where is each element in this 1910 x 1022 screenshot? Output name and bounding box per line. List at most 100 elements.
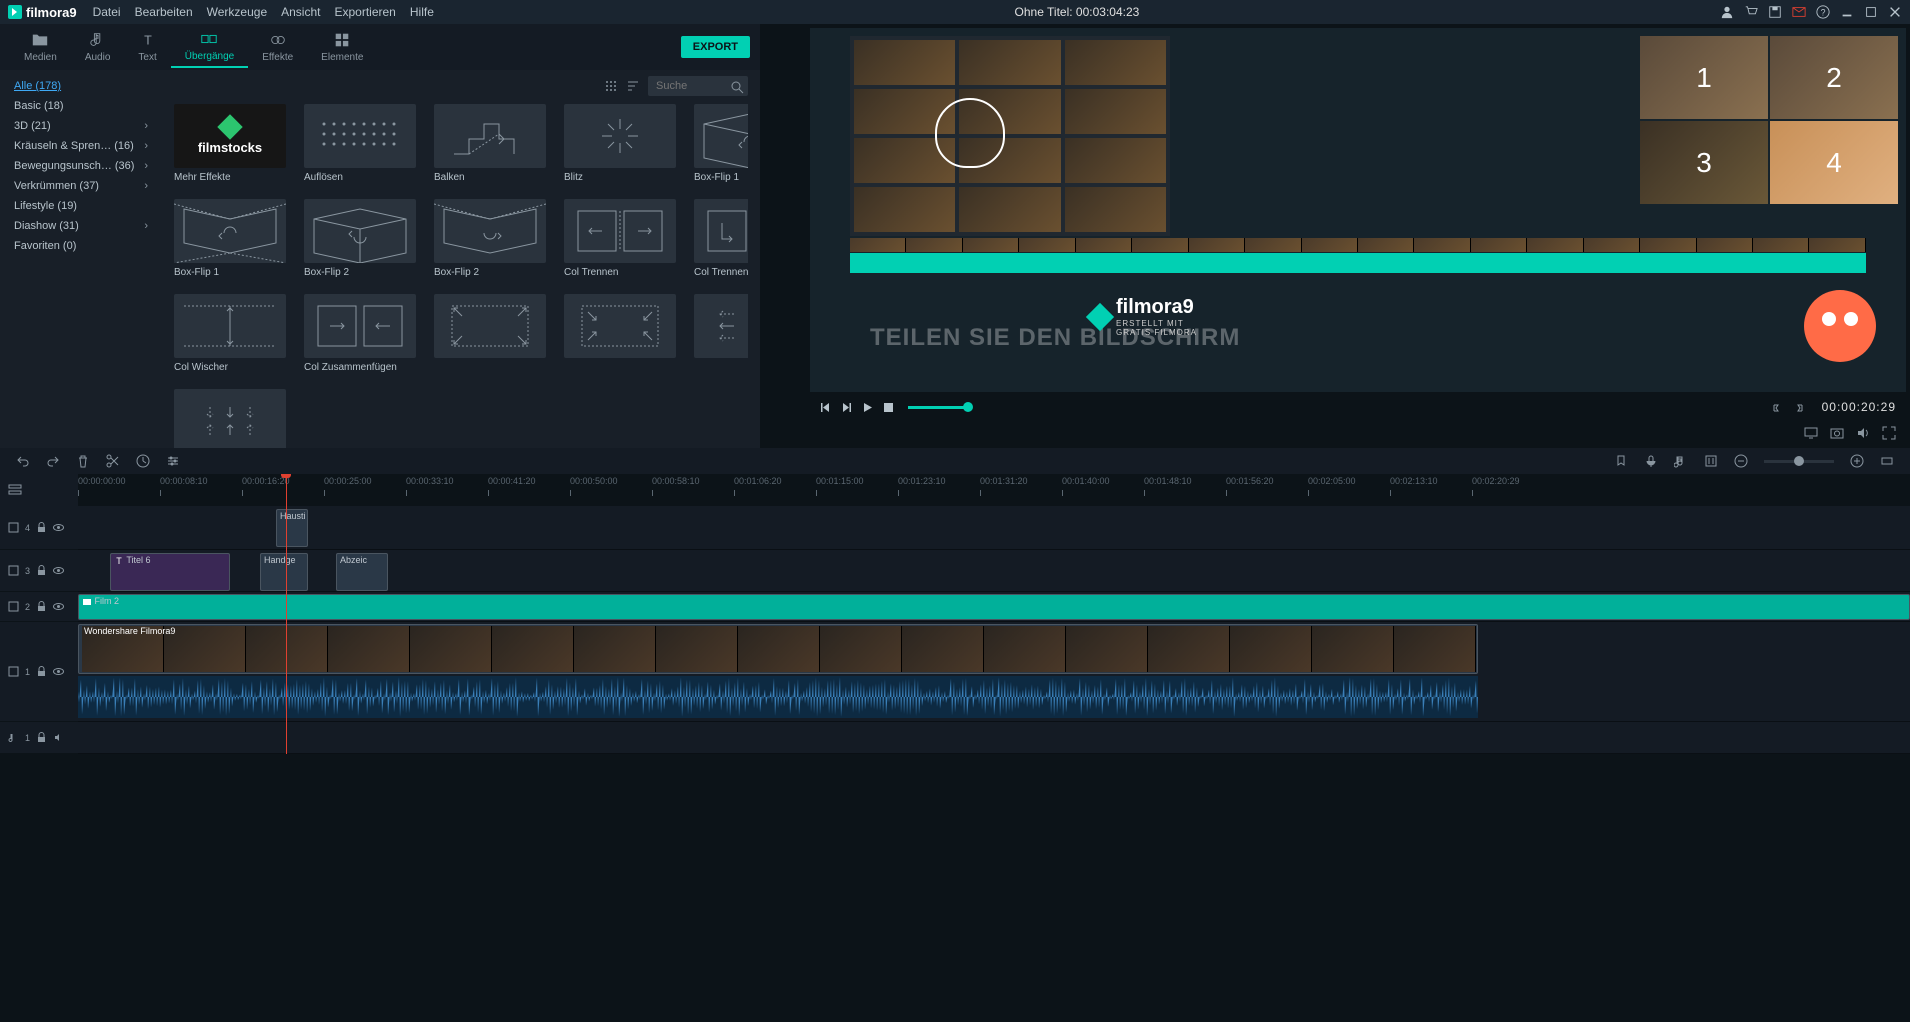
tab-medien[interactable]: Medien	[10, 27, 71, 67]
track-2[interactable]: Film 2	[78, 592, 1910, 622]
manage-tracks-icon[interactable]	[8, 483, 22, 497]
fullscreen-icon[interactable]	[1882, 426, 1896, 440]
track-head-3[interactable]: 3	[0, 550, 78, 592]
track-head-audio[interactable]: 1	[0, 722, 78, 754]
play-icon[interactable]	[862, 402, 873, 413]
track-head-2[interactable]: 2	[0, 592, 78, 622]
track-3[interactable]: T Titel 6 Handge Abzeic	[78, 550, 1910, 592]
cart-icon[interactable]	[1744, 5, 1758, 19]
thumb-row5b[interactable]	[564, 294, 676, 373]
audio-mix-icon[interactable]	[1674, 454, 1688, 468]
zoom-in-icon[interactable]	[1850, 454, 1864, 468]
export-button[interactable]: EXPORT	[681, 36, 750, 58]
thumb-row5a[interactable]	[434, 294, 546, 373]
thumb-row5d[interactable]	[174, 389, 286, 448]
record-vo-icon[interactable]	[1644, 454, 1658, 468]
sidebar-item-verkruemmen[interactable]: Verkrümmen (37)	[0, 176, 162, 196]
account-icon[interactable]	[1720, 5, 1734, 19]
sidebar-item-diashow[interactable]: Diashow (31)	[0, 216, 162, 236]
snapshot-icon[interactable]	[1830, 426, 1844, 440]
close-icon[interactable]	[1888, 5, 1902, 19]
lock-icon	[36, 601, 47, 612]
tab-effekte[interactable]: Effekte	[248, 27, 307, 67]
thumb-boxflip1b[interactable]: Box-Flip 1	[174, 199, 286, 278]
mark-out-icon[interactable]	[1795, 403, 1805, 413]
thumb-boxflip2a[interactable]: Box-Flip 2	[304, 199, 416, 278]
sidebar-item-bewegung[interactable]: Bewegungsunsch… (36)	[0, 156, 162, 176]
clip-hausti[interactable]: Hausti	[276, 509, 308, 547]
thumb-colwischer[interactable]: Col Wischer	[174, 294, 286, 373]
project-title: Ohne Titel: 00:03:04:23	[434, 5, 1720, 19]
clip-abzeic[interactable]: Abzeic	[336, 553, 388, 591]
sort-icon[interactable]	[626, 79, 640, 93]
split-icon[interactable]	[106, 454, 120, 468]
stop-icon[interactable]	[883, 402, 894, 413]
tab-audio[interactable]: Audio	[71, 27, 125, 67]
marker-icon[interactable]	[1614, 454, 1628, 468]
clip-main-audio[interactable]	[78, 676, 1478, 718]
clip-titel6[interactable]: T Titel 6	[110, 553, 230, 591]
track-1[interactable]: Wondershare Filmora9	[78, 622, 1910, 722]
prev-frame-icon[interactable]	[820, 402, 831, 413]
track-audio[interactable]	[78, 722, 1910, 754]
menu-datei[interactable]: Datei	[93, 5, 121, 19]
timeline-tracks[interactable]: 00:00:00:0000:00:08:1000:00:16:2000:00:2…	[78, 474, 1910, 754]
mark-in-icon[interactable]	[1771, 403, 1781, 413]
sidebar-item-alle[interactable]: Alle (178)	[0, 76, 162, 96]
sidebar-item-kraeuseln[interactable]: Kräuseln & Spren… (16)	[0, 136, 162, 156]
sidebar-item-favoriten[interactable]: Favoriten (0)	[0, 236, 162, 256]
search-icon[interactable]	[730, 80, 744, 94]
menu-ansicht[interactable]: Ansicht	[281, 5, 320, 19]
menu-bearbeiten[interactable]: Bearbeiten	[135, 5, 193, 19]
sidebar-item-lifestyle[interactable]: Lifestyle (19)	[0, 196, 162, 216]
grid-view-icon[interactable]	[604, 79, 618, 93]
clip-film2[interactable]: Film 2	[78, 594, 1910, 620]
timeline-ruler[interactable]: 00:00:00:0000:00:08:1000:00:16:2000:00:2…	[78, 474, 1910, 506]
thumb-coltrennen2[interactable]: Col Trennen 2	[694, 199, 748, 278]
playhead[interactable]	[286, 474, 287, 754]
zoom-out-icon[interactable]	[1734, 454, 1748, 468]
thumb-filmstocks[interactable]: filmstocksMehr Effekte	[174, 104, 286, 183]
adjust-icon[interactable]	[166, 454, 180, 468]
delete-icon[interactable]	[76, 454, 90, 468]
undo-icon[interactable]	[16, 454, 30, 468]
thumb-balken[interactable]: Balken	[434, 104, 546, 183]
sidebar-item-basic[interactable]: Basic (18)	[0, 96, 162, 116]
clip-handge[interactable]: Handge	[260, 553, 308, 591]
thumb-colzusammen[interactable]: Col Zusammenfügen	[304, 294, 416, 373]
progress-bar[interactable]	[908, 406, 968, 409]
menu-werkzeuge[interactable]: Werkzeuge	[207, 5, 267, 19]
menu-hilfe[interactable]: Hilfe	[410, 5, 434, 19]
library-content: filmstocksMehr Effekte Auflösen Balken B…	[162, 70, 760, 448]
zoom-fit-icon[interactable]	[1880, 454, 1894, 468]
sidebar-item-3d[interactable]: 3D (21)	[0, 116, 162, 136]
maximize-icon[interactable]	[1864, 5, 1878, 19]
thumb-boxflip2b[interactable]: Box-Flip 2	[434, 199, 546, 278]
minimize-icon[interactable]	[1840, 5, 1854, 19]
zoom-slider[interactable]	[1764, 460, 1834, 463]
thumb-coltrennen[interactable]: Col Trennen	[564, 199, 676, 278]
mixer-icon[interactable]	[1704, 454, 1718, 468]
track-head-4[interactable]: 4	[0, 506, 78, 550]
save-icon[interactable]	[1768, 5, 1782, 19]
thumb-boxflip1a[interactable]: Box-Flip 1	[694, 104, 748, 183]
menu-exportieren[interactable]: Exportieren	[334, 5, 395, 19]
volume-icon[interactable]	[1856, 426, 1870, 440]
track-4[interactable]: Hausti	[78, 506, 1910, 550]
track-head-1[interactable]: 1	[0, 622, 78, 722]
redo-icon[interactable]	[46, 454, 60, 468]
tab-elemente[interactable]: Elemente	[307, 27, 377, 67]
mail-icon[interactable]	[1792, 5, 1806, 19]
clip-main-video[interactable]	[78, 624, 1478, 674]
thumb-blitz[interactable]: Blitz	[564, 104, 676, 183]
thumb-aufloesen[interactable]: Auflösen	[304, 104, 416, 183]
next-frame-icon[interactable]	[841, 402, 852, 413]
svg-text:?: ?	[1821, 8, 1826, 18]
help-icon[interactable]: ?	[1816, 5, 1830, 19]
speed-icon[interactable]	[136, 454, 150, 468]
tab-uebergaenge[interactable]: Übergänge	[171, 26, 248, 68]
tab-text[interactable]: TText	[124, 27, 170, 67]
preview-viewport[interactable]: 12 34 TEILEN SIE DEN BILDSCHIRM filmora9…	[810, 28, 1906, 392]
display-icon[interactable]	[1804, 426, 1818, 440]
thumb-row5c[interactable]	[694, 294, 748, 373]
